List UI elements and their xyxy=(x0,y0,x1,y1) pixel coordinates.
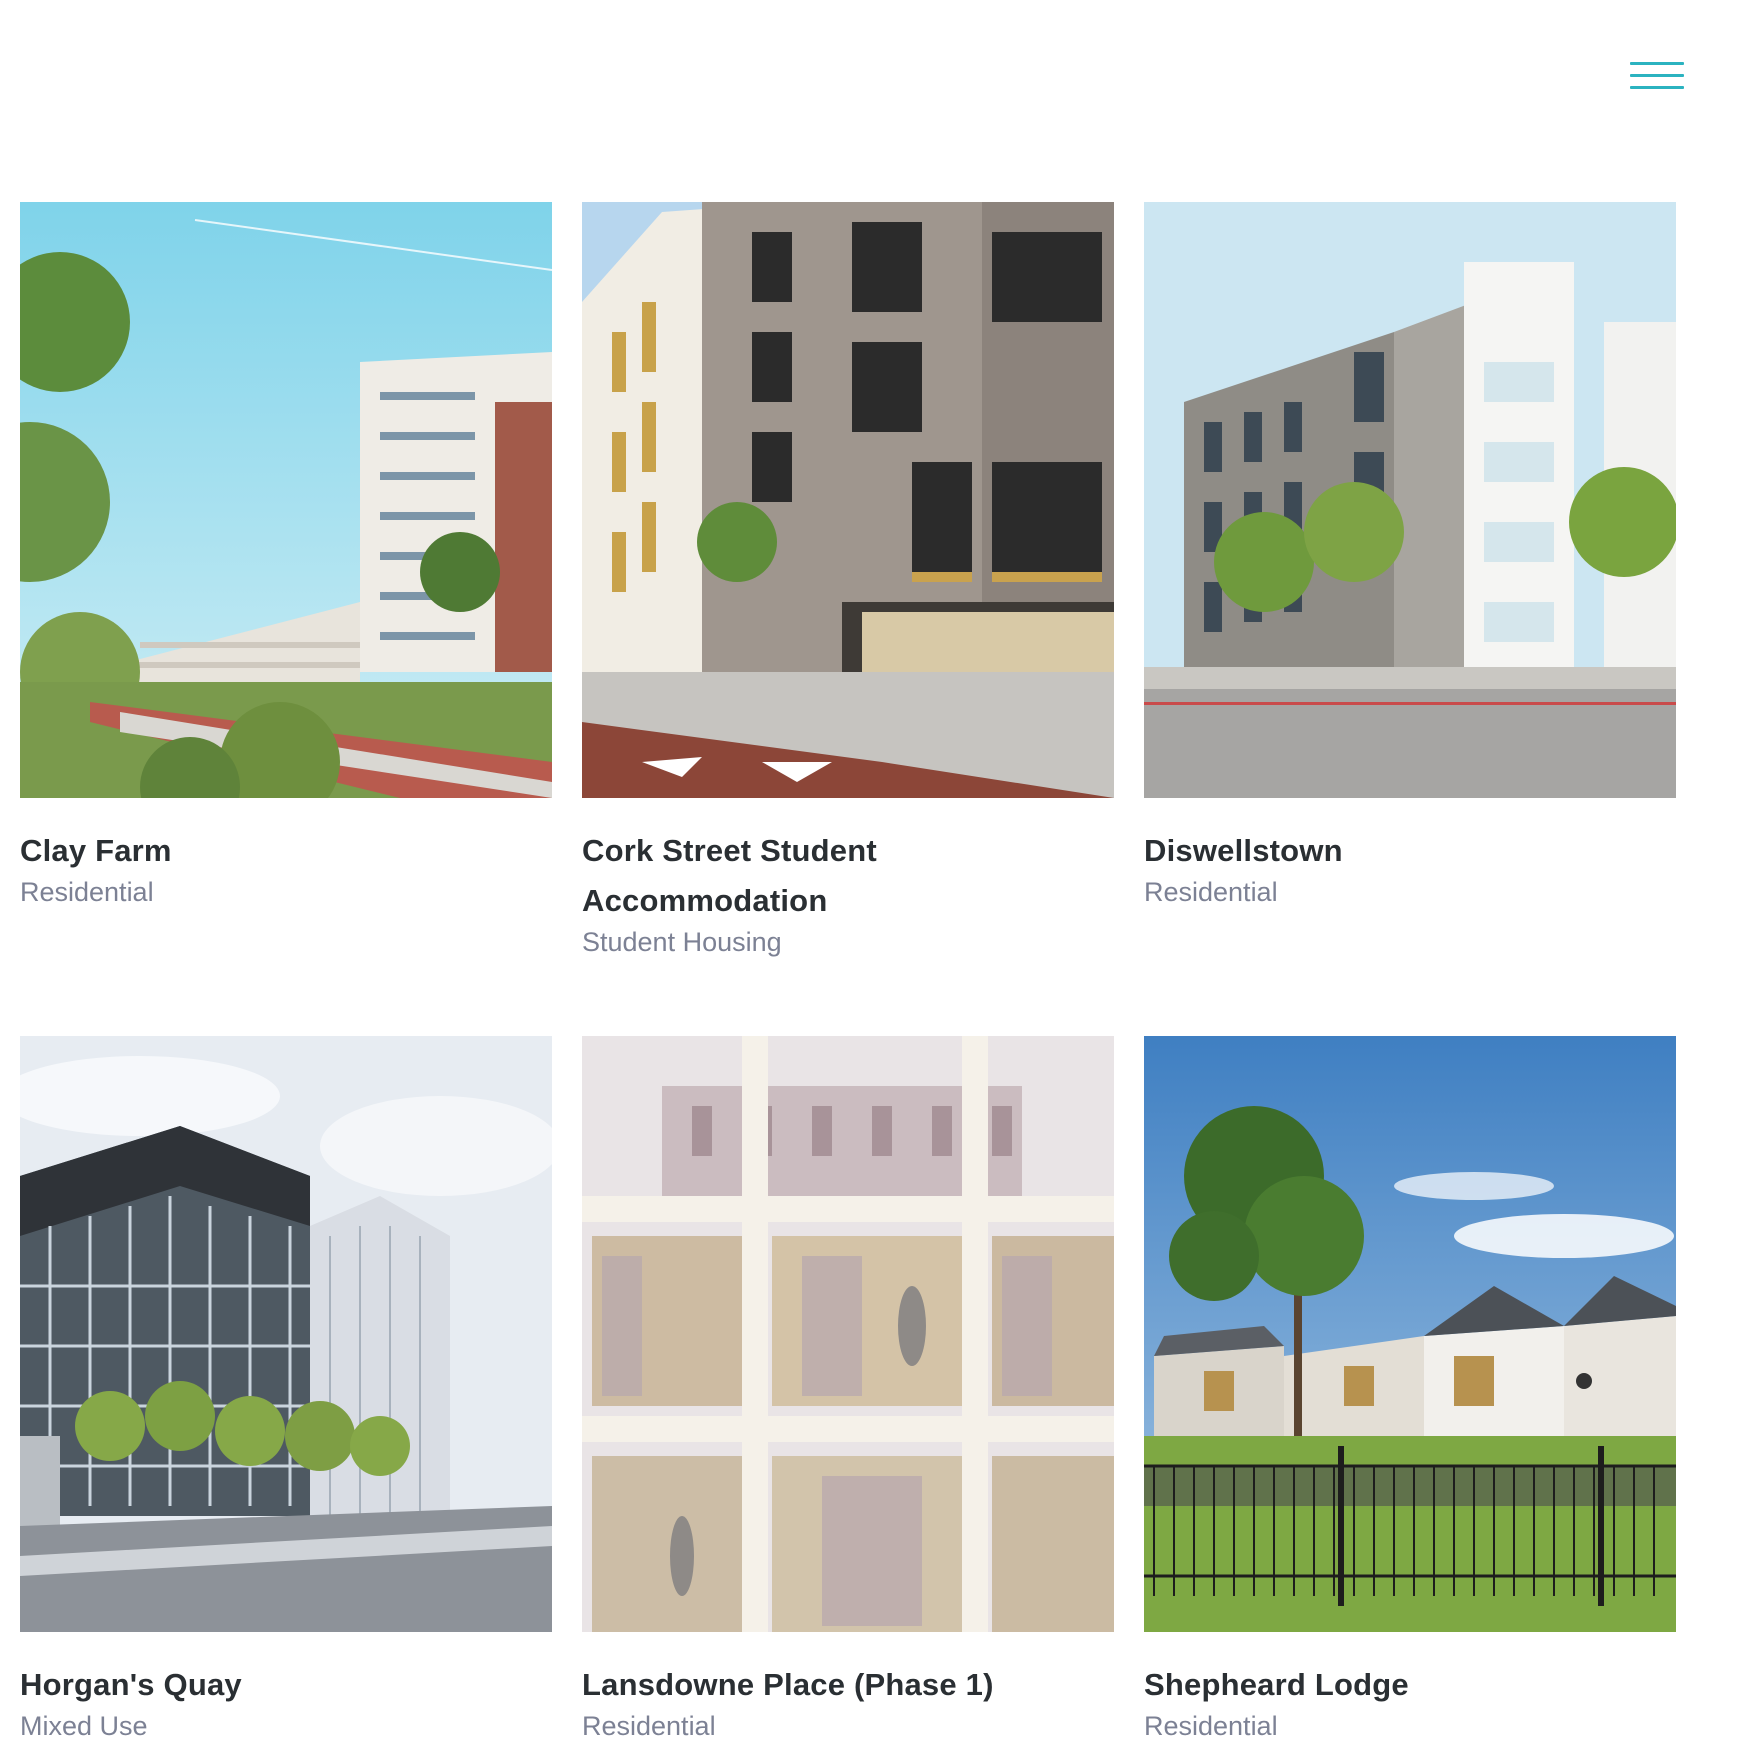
project-title[interactable]: Shepheard Lodge xyxy=(1144,1660,1676,1710)
hamburger-menu-icon-bar xyxy=(1630,74,1684,77)
project-card-lansdowne-place[interactable]: Lansdowne Place (Phase 1) Residential xyxy=(582,1036,1114,1742)
project-category: Residential xyxy=(20,877,154,907)
project-category: Residential xyxy=(1144,877,1278,907)
horgans-quay-image xyxy=(20,1036,552,1632)
project-title[interactable]: Horgan's Quay xyxy=(20,1660,552,1710)
lansdowne-place-image xyxy=(582,1036,1114,1632)
project-image-cork-street[interactable] xyxy=(582,202,1114,798)
project-image-clay-farm[interactable] xyxy=(20,202,552,798)
project-image-diswellstown[interactable] xyxy=(1144,202,1676,798)
project-category: Mixed Use xyxy=(20,1711,148,1741)
project-category: Student Housing xyxy=(582,927,782,957)
project-card-shepheard-lodge[interactable]: Shepheard Lodge Residential xyxy=(1144,1036,1676,1742)
project-category: Residential xyxy=(1144,1711,1278,1741)
project-card-diswellstown[interactable]: Diswellstown Residential xyxy=(1144,202,1676,908)
project-image-shepheard-lodge[interactable] xyxy=(1144,1036,1676,1632)
project-card-horgans-quay[interactable]: Horgan's Quay Mixed Use xyxy=(20,1036,552,1742)
hamburger-menu-icon-bar xyxy=(1630,86,1684,89)
project-image-horgans-quay[interactable] xyxy=(20,1036,552,1632)
project-title[interactable]: Lansdowne Place (Phase 1) xyxy=(582,1660,1114,1710)
clay-farm-image xyxy=(20,202,552,798)
project-card-cork-street[interactable]: Cork Street Student Accommodation Studen… xyxy=(582,202,1114,958)
shepheard-lodge-image xyxy=(1144,1036,1676,1632)
project-image-lansdowne-place[interactable] xyxy=(582,1036,1114,1632)
project-title[interactable]: Clay Farm xyxy=(20,826,552,876)
project-title[interactable]: Cork Street Student Accommodation xyxy=(582,826,1114,926)
project-title[interactable]: Diswellstown xyxy=(1144,826,1676,876)
project-category: Residential xyxy=(582,1711,716,1741)
hamburger-menu-icon xyxy=(1630,62,1684,65)
diswellstown-image xyxy=(1144,202,1676,798)
menu-button[interactable] xyxy=(1630,60,1684,96)
cork-street-image xyxy=(582,202,1114,798)
project-card-clay-farm[interactable]: Clay Farm Residential xyxy=(20,202,552,908)
